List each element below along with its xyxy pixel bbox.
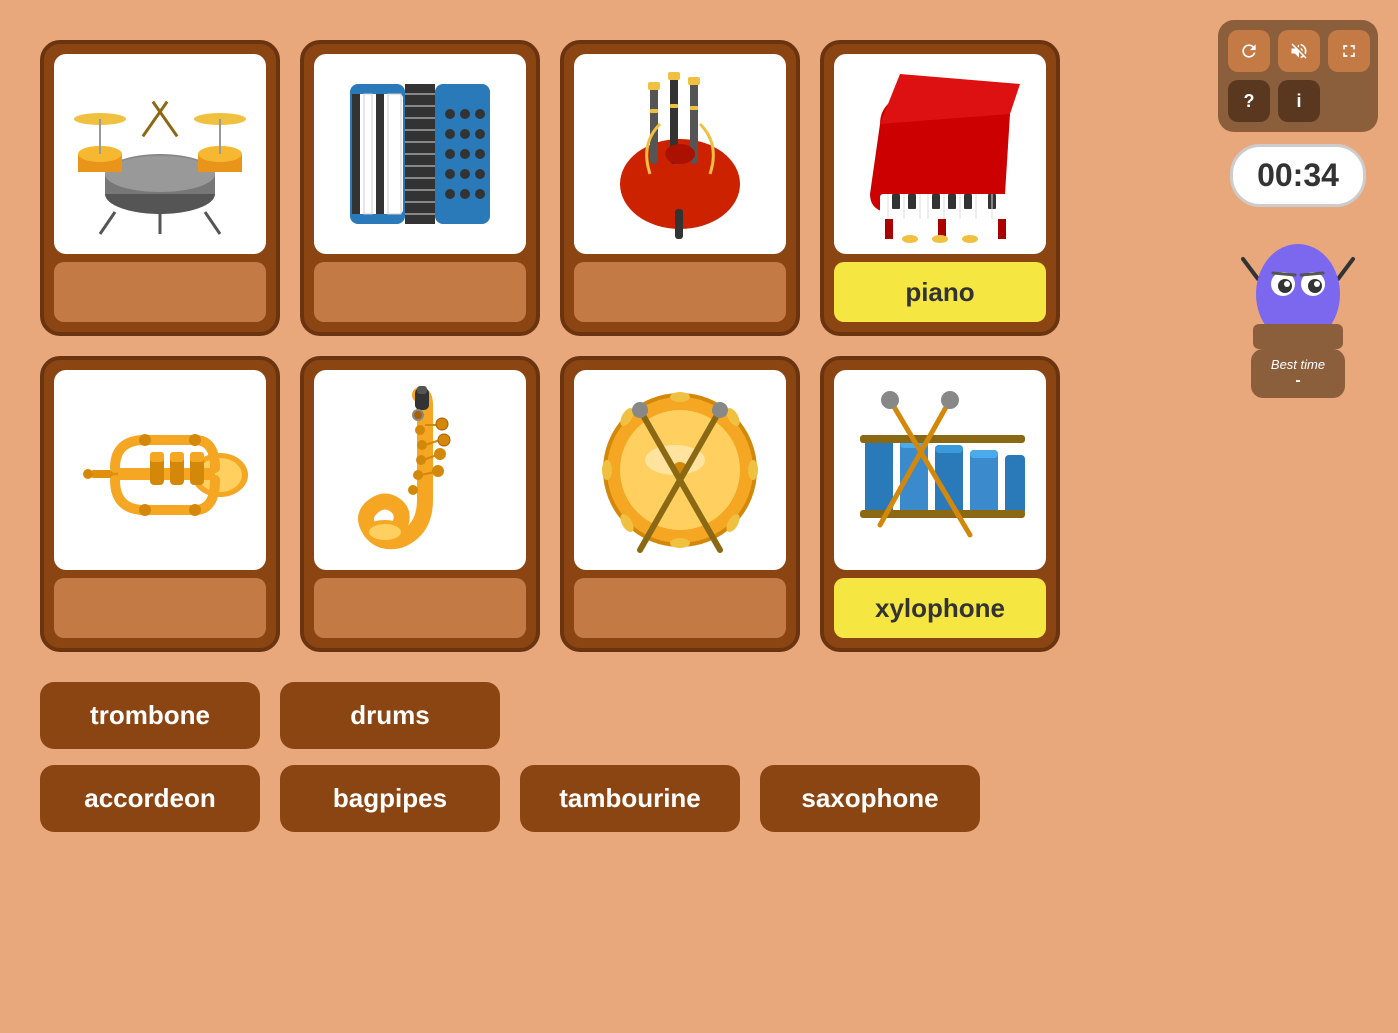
word-row-2: accordeon bagpipes tambourine saxophone xyxy=(40,765,1358,832)
card-xylophone-image xyxy=(834,370,1046,570)
info-button[interactable]: i xyxy=(1278,80,1320,122)
card-saxophone-image xyxy=(314,370,526,570)
cards-grid: piano xyxy=(40,40,1358,652)
monster-area: Best time - xyxy=(1238,219,1358,398)
card-drums[interactable] xyxy=(40,40,280,336)
card-saxophone[interactable] xyxy=(300,356,540,652)
card-tambourine-image xyxy=(574,370,786,570)
best-time-label: Best time xyxy=(1271,357,1325,372)
card-accordeon-label xyxy=(314,262,526,322)
card-bagpipes-label xyxy=(574,262,786,322)
card-xylophone-label: xylophone xyxy=(834,578,1046,638)
best-time-box: Best time - xyxy=(1251,349,1345,398)
help-button[interactable]: ? xyxy=(1228,80,1270,122)
control-panel: ? i xyxy=(1218,20,1378,132)
timer-display: 00:34 xyxy=(1230,144,1366,207)
card-trumpet-label xyxy=(54,578,266,638)
card-drums-image xyxy=(54,54,266,254)
word-btn-accordeon[interactable]: accordeon xyxy=(40,765,260,832)
card-xylophone[interactable]: xylophone xyxy=(820,356,1060,652)
help-icon: ? xyxy=(1244,91,1255,112)
card-drums-label xyxy=(54,262,266,322)
card-trumpet-image xyxy=(54,370,266,570)
word-btn-saxophone[interactable]: saxophone xyxy=(760,765,980,832)
card-accordeon[interactable] xyxy=(300,40,540,336)
card-tambourine-label xyxy=(574,578,786,638)
card-piano-label: piano xyxy=(834,262,1046,322)
best-time-value: - xyxy=(1271,372,1325,390)
word-btn-bagpipes[interactable]: bagpipes xyxy=(280,765,500,832)
word-btn-drums[interactable]: drums xyxy=(280,682,500,749)
card-bagpipes-image xyxy=(574,54,786,254)
word-btn-tambourine[interactable]: tambourine xyxy=(520,765,740,832)
sidebar: ? i 00:34 Best ti xyxy=(1218,20,1378,398)
restart-button[interactable] xyxy=(1228,30,1270,72)
card-piano-image xyxy=(834,54,1046,254)
card-trumpet[interactable] xyxy=(40,356,280,652)
monster-character xyxy=(1238,219,1358,349)
word-btn-trombone[interactable]: trombone xyxy=(40,682,260,749)
card-tambourine[interactable] xyxy=(560,356,800,652)
mute-button[interactable] xyxy=(1278,30,1320,72)
card-piano[interactable]: piano xyxy=(820,40,1060,336)
fullscreen-button[interactable] xyxy=(1328,30,1370,72)
card-bagpipes[interactable] xyxy=(560,40,800,336)
word-buttons-area: trombone drums accordeon bagpipes tambou… xyxy=(40,682,1358,832)
word-row-1: trombone drums xyxy=(40,682,1358,749)
card-saxophone-label xyxy=(314,578,526,638)
card-accordeon-image xyxy=(314,54,526,254)
info-icon: i xyxy=(1296,91,1301,112)
